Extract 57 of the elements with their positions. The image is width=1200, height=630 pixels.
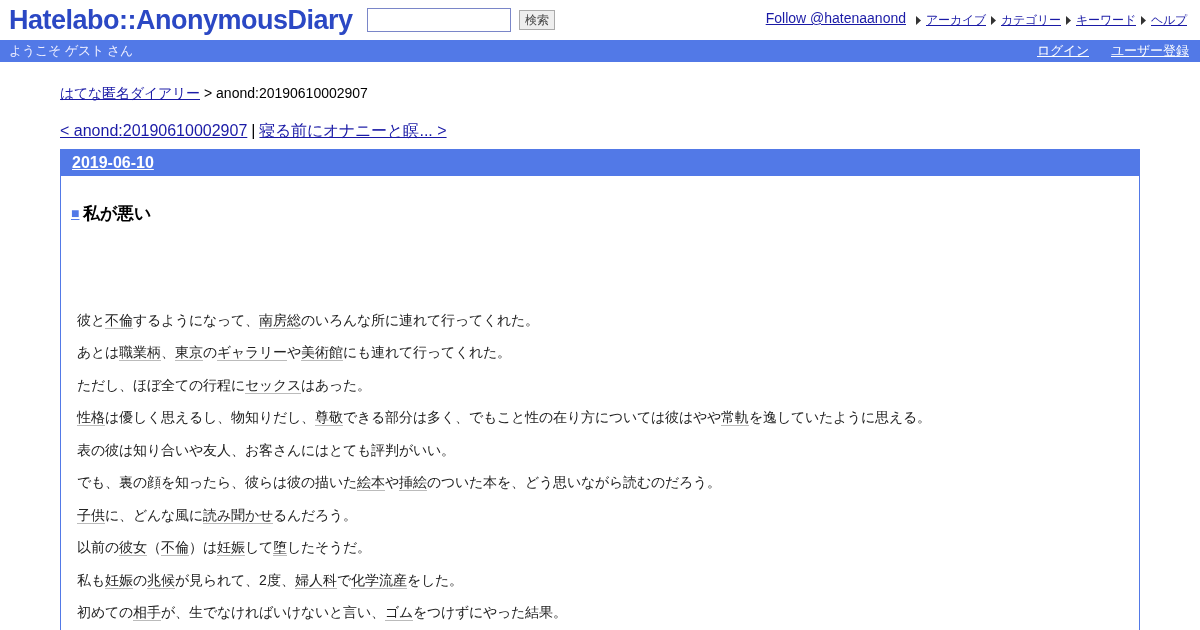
paragraph: 初めての相手が、生でなければいけないと言い、ゴムをつけずにやった結果。 <box>77 603 568 623</box>
account-link[interactable]: ユーザー登録 <box>1111 41 1189 61</box>
keyword-link[interactable]: 南房総 <box>259 311 301 329</box>
previous-link[interactable]: < anond:20190610002907 <box>60 121 248 141</box>
paragraph: 表の彼は知り合いや友人、お客さんにはとても評判がいい。 <box>77 440 456 460</box>
nav-link[interactable]: カテゴリー <box>1001 11 1061 29</box>
nav-link[interactable]: キーワード <box>1076 11 1136 29</box>
follow-link[interactable]: Follow @hatenaanond <box>765 8 906 29</box>
keyword-link[interactable]: 堕 <box>273 539 287 556</box>
date-link[interactable]: 2019-06-10 <box>72 151 154 175</box>
keyword-link[interactable]: 婦人科 <box>294 571 337 589</box>
triangle-icon <box>916 15 922 25</box>
keyword-link[interactable]: 妊娠 <box>217 539 245 556</box>
paragraph: 以前の彼女（不倫）は妊娠して堕したそうだ。 <box>77 538 372 558</box>
nav-link[interactable]: アーカイブ <box>926 11 986 29</box>
next-link[interactable]: 寝る前にオナニーと瞑... > <box>259 121 447 141</box>
entry-mark[interactable]: ■ <box>71 203 80 225</box>
keyword-link[interactable]: 絵本 <box>357 474 385 491</box>
site-logo[interactable]: Hatelabo::AnonymousDiary <box>9 4 353 36</box>
paragraph: 性格は優しく思えるし、物知りだし、尊敬できる部分は多く、でもこと性の在り方については彼はやや常軌を逸していたように思える。 <box>77 408 932 428</box>
keyword-link[interactable]: 美術館 <box>301 344 343 361</box>
search-button[interactable]: 検索 <box>518 10 555 30</box>
keyword-link[interactable]: 東京 <box>175 344 203 361</box>
keyword-link[interactable]: 子供 <box>77 506 105 524</box>
paragraph: あとは職業柄、東京のギャラリーや美術館にも連れて行ってくれた。 <box>77 343 512 363</box>
triangle-icon <box>1066 15 1072 25</box>
separator: | <box>251 121 256 141</box>
triangle-icon <box>1141 15 1147 25</box>
account-link[interactable]: ログイン <box>1037 41 1089 61</box>
search-field[interactable] <box>366 8 511 32</box>
keyword-link[interactable]: 不倫 <box>105 311 133 329</box>
triangle-icon <box>991 15 997 25</box>
keyword-link[interactable]: 妊娠 <box>105 571 133 589</box>
paragraph: 私も妊娠の兆候が見られて、2度、婦人科で化学流産をした。 <box>77 570 464 590</box>
keyword-link[interactable]: ゴム <box>385 604 413 621</box>
breadcrumb-current: > anond:20190610002907 <box>204 84 368 103</box>
nav-link[interactable]: ヘルプ <box>1151 11 1187 29</box>
keyword-link[interactable]: 兆候 <box>147 571 175 589</box>
keyword-link[interactable]: 職業柄 <box>119 344 161 361</box>
paragraph: ただし、ほぼ全ての行程にセックス はあった。 <box>77 375 372 395</box>
paragraph: でも、裏の顔を知ったら、彼らは彼の描いた絵本や挿絵のついた本を、どう思いながら読むのだろう。 <box>77 473 722 493</box>
keyword-link[interactable]: ギャラリー <box>217 344 287 361</box>
keyword-link[interactable]: 読み聞かせ <box>203 506 273 524</box>
paragraph: 彼と不倫するようになって、南房総のいろんな所に連れて行ってくれた。 <box>77 310 540 330</box>
keyword-link[interactable]: 彼女 <box>119 539 147 556</box>
keyword-link[interactable]: 尊敬 <box>315 409 343 426</box>
keyword-link[interactable]: 挿絵 <box>399 474 427 491</box>
keyword-link[interactable]: セックス <box>245 376 301 394</box>
keyword-link[interactable]: 性格 <box>77 409 105 426</box>
keyword-link[interactable]: 不倫 <box>161 539 189 556</box>
entry-title: 私が悪い <box>83 203 152 225</box>
paragraph: 子供に、どんな風に読み聞かせるんだろう。 <box>77 505 358 525</box>
breadcrumb-link[interactable]: はてな匿名ダイアリー <box>60 83 200 104</box>
keyword-link[interactable]: 相手 <box>133 604 161 621</box>
keyword-link[interactable]: 常軌 <box>721 409 749 426</box>
welcome-text: ようこそ ゲスト さん <box>9 42 134 61</box>
keyword-link[interactable]: 化学流産 <box>350 571 407 589</box>
